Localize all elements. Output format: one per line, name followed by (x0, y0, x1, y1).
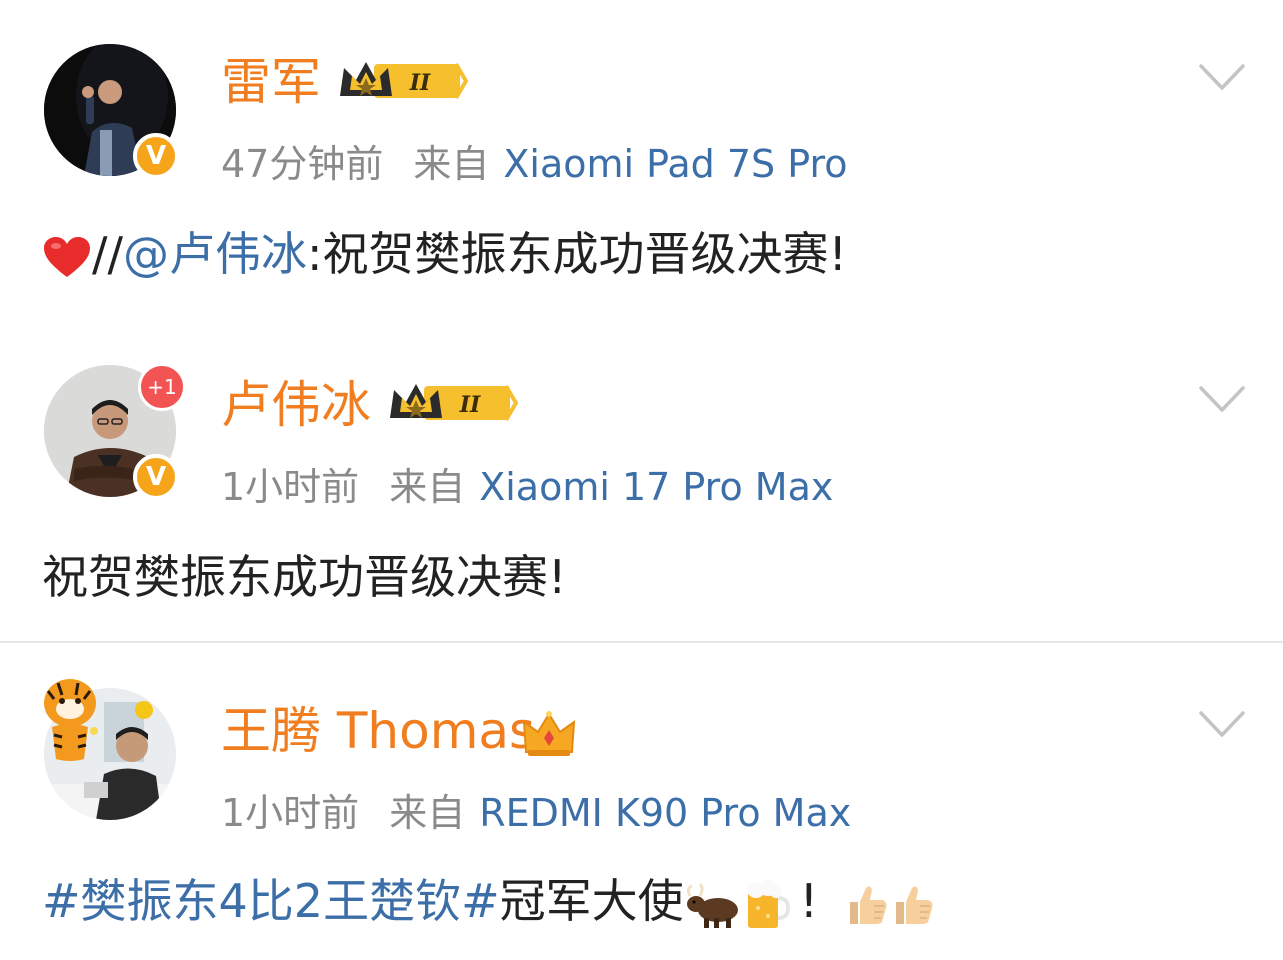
username[interactable]: 卢伟冰 (221, 375, 371, 435)
source-label: 来自 (389, 465, 466, 509)
verified-badge-icon: V (133, 454, 179, 500)
chevron-down-icon[interactable] (1198, 384, 1246, 414)
rank-level: II (459, 392, 481, 418)
post-time: 1小时前 (221, 465, 360, 509)
heart-icon (44, 236, 90, 277)
content-text: 冠军大使 (499, 874, 684, 928)
source-device-link[interactable]: Xiaomi 17 Pro Max (479, 465, 833, 509)
mention-link[interactable]: @卢伟冰 (123, 227, 307, 281)
source-device-link[interactable]: REDMI K90 Pro Max (479, 791, 851, 835)
post-meta: 1小时前 来自 Xiaomi 17 Pro Max (221, 463, 833, 511)
source-label: 来自 (413, 142, 490, 186)
post-time: 1小时前 (221, 791, 360, 835)
post-meta: 47分钟前 来自 Xiaomi Pad 7S Pro (221, 140, 848, 188)
tiger-sticker-icon (44, 679, 98, 761)
crown-rank-badge-icon[interactable]: II (388, 380, 518, 426)
post-meta: 1小时前 来自 REDMI K90 Pro Max (221, 789, 851, 837)
thumbs-up-icon (850, 885, 887, 924)
post-item: +1 V 卢伟冰 II 1小时前 来自 Xiaomi 17 Pro Max 祝贺樊振… (0, 322, 1283, 642)
username[interactable]: 王腾 Thomas (221, 701, 535, 761)
verified-badge-icon: V (133, 133, 179, 179)
beer-icon (746, 879, 790, 928)
post-content: #樊振东4比2王楚钦#冠军大使 ! (42, 871, 936, 932)
post-item: 王腾 Thomas 1小时前 来自 REDMI K90 Pro Max #樊振东4比… (0, 643, 1283, 960)
chevron-down-icon[interactable] (1198, 62, 1246, 92)
content-text: :祝贺樊振东成功晋级决赛! (307, 227, 847, 281)
post-content: 祝贺樊振东成功晋级决赛! (42, 547, 566, 607)
rank-level: II (409, 70, 431, 96)
notification-badge: +1 (138, 363, 186, 411)
source-device-link[interactable]: Xiaomi Pad 7S Pro (503, 142, 847, 186)
repost-separator: // (92, 227, 123, 281)
chevron-down-icon[interactable] (1198, 709, 1246, 739)
content-exclaim: ! (799, 874, 819, 928)
thumbs-up-icon (896, 885, 933, 924)
hashtag-link[interactable]: #樊振东4比2王楚钦# (42, 874, 500, 928)
post-content: //@卢伟冰:祝贺樊振东成功晋级决赛! (42, 224, 847, 284)
post-item: V 雷军 II 47分钟前 来自 Xiaomi Pad 7S Pro //@卢伟冰:… (0, 0, 1283, 322)
username[interactable]: 雷军 (221, 52, 321, 112)
ox-icon (686, 882, 738, 928)
source-label: 来自 (389, 791, 466, 835)
content-text: 祝贺樊振东成功晋级决赛! (42, 550, 567, 604)
crown-icon[interactable] (520, 708, 578, 760)
crown-rank-badge-icon[interactable]: II (338, 58, 468, 104)
post-time: 47分钟前 (221, 142, 384, 186)
